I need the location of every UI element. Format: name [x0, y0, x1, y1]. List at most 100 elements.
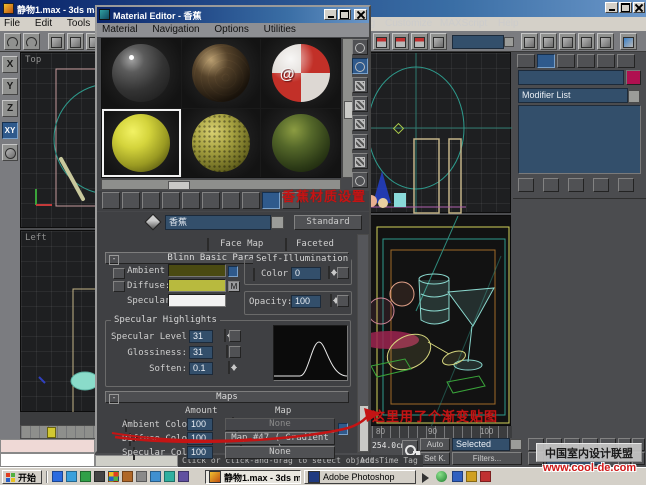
specular-level-spinner[interactable] [224, 329, 226, 342]
modifier-stack[interactable] [518, 105, 641, 174]
create-tab-icon[interactable] [517, 54, 535, 68]
mirror-icon[interactable] [521, 33, 538, 50]
time-slider-handle[interactable] [47, 427, 56, 438]
show-end-result-me-icon[interactable] [262, 192, 280, 209]
put-material-icon[interactable] [122, 192, 140, 209]
menu-customize[interactable]: Customize [385, 18, 432, 29]
curve-editor-icon[interactable] [578, 33, 595, 50]
assign-material-icon[interactable] [142, 192, 160, 209]
quicklaunch-acdsee-icon[interactable] [178, 471, 189, 482]
soften-spinner[interactable] [228, 361, 230, 374]
sample-slot-banana-selected[interactable] [102, 109, 181, 178]
ad-interlock-icon[interactable] [228, 266, 238, 277]
redo-icon[interactable] [23, 33, 40, 50]
object-name-field[interactable] [518, 70, 624, 85]
collapse-icon[interactable]: - [109, 255, 119, 265]
quicklaunch-photoshop-icon[interactable] [94, 471, 105, 482]
selection-filter-dropdown-icon[interactable] [510, 439, 522, 450]
video-color-check-icon[interactable] [352, 115, 368, 131]
specular-map-amount[interactable]: 100 [187, 446, 213, 459]
filters-button[interactable]: Filters... [452, 452, 522, 465]
menu-tools[interactable]: Tools [67, 18, 90, 29]
axis-y-button[interactable]: Y [2, 78, 18, 95]
glossiness-spinner[interactable] [226, 345, 228, 358]
get-material-icon[interactable] [102, 192, 120, 209]
specular-level-map-button[interactable] [229, 330, 241, 342]
sample-slot-cracked[interactable] [182, 39, 261, 108]
me-minimize-icon[interactable] [324, 9, 337, 20]
put-to-library-icon[interactable] [202, 192, 220, 209]
reset-map-icon[interactable] [162, 192, 180, 209]
pin-stack-icon[interactable] [518, 178, 534, 192]
make-preview-icon[interactable] [352, 134, 368, 150]
set-key-button[interactable]: Set K. [420, 452, 450, 465]
minimize-icon[interactable] [605, 2, 618, 13]
pick-material-eyedropper-icon[interactable] [145, 214, 162, 231]
select-link-icon[interactable] [48, 33, 65, 50]
named-selection-field[interactable] [452, 35, 504, 49]
configure-stack-icon[interactable] [618, 178, 634, 192]
named-selection-dropdown-icon[interactable] [504, 37, 514, 47]
unlink-icon[interactable] [67, 33, 84, 50]
me-menu-navigation[interactable]: Navigation [152, 24, 199, 35]
align-icon[interactable] [540, 33, 557, 50]
ambient-map-amount[interactable]: 100 [187, 418, 213, 431]
material-name-dropdown-icon[interactable] [271, 216, 284, 229]
quicklaunch-explorer-icon[interactable] [136, 471, 147, 482]
menu-edit[interactable]: Edit [35, 18, 52, 29]
start-button[interactable]: 开始 [2, 470, 42, 484]
glossiness-map-button[interactable] [229, 346, 241, 358]
diffuse-color-swatch[interactable] [168, 279, 226, 292]
ambient-map-button[interactable]: None [225, 418, 335, 431]
me-menu-material[interactable]: Material [102, 24, 138, 35]
me-close-icon[interactable] [354, 9, 367, 20]
material-name-dropdown[interactable]: 香蕉 [165, 215, 271, 230]
quicklaunch-outlook-icon[interactable] [66, 471, 77, 482]
options-icon[interactable] [352, 153, 368, 169]
tray-icon-3[interactable] [480, 471, 491, 482]
show-end-result-icon[interactable] [543, 178, 559, 192]
maps-rollout-header[interactable]: - Maps [105, 391, 349, 403]
si-spinner[interactable] [328, 266, 330, 279]
tray-icon-2[interactable] [466, 471, 477, 482]
task-button-3dsmax[interactable]: 静物1.max - 3ds m... [205, 470, 301, 484]
make-unique-icon[interactable] [568, 178, 584, 192]
quicklaunch-messenger-icon[interactable] [150, 471, 161, 482]
show-map-in-viewport-icon[interactable] [242, 192, 260, 209]
angle-snap-icon[interactable] [392, 33, 409, 50]
sample-slot-glass[interactable] [102, 39, 181, 108]
axis-x-button[interactable]: X [2, 56, 18, 73]
modifier-list-dropdown[interactable]: Modifier List [518, 88, 628, 103]
remove-modifier-icon[interactable] [593, 178, 609, 192]
sample-type-icon[interactable] [352, 39, 368, 55]
quicklaunch-media-icon[interactable] [108, 471, 119, 482]
tray-network-icon[interactable] [436, 471, 447, 482]
backlight-icon[interactable] [352, 58, 368, 74]
si-map-button[interactable] [337, 267, 349, 279]
quicklaunch-ie-icon[interactable] [52, 471, 63, 482]
face-map-checkbox[interactable] [207, 238, 209, 251]
sample-slot-olive[interactable] [182, 109, 261, 178]
sample-slot-checker[interactable]: @ [261, 39, 340, 108]
axis-xy-button[interactable]: XY [2, 122, 18, 139]
si-color-checkbox[interactable] [253, 268, 255, 281]
quicklaunch-desktop-icon[interactable] [80, 471, 91, 482]
me-restore-icon[interactable] [338, 9, 351, 20]
sample-slot-darkgreen[interactable] [261, 109, 340, 178]
ambient-color-swatch[interactable] [168, 264, 226, 277]
close-icon[interactable] [633, 2, 645, 13]
menu-maxscript[interactable]: MAXScript [440, 18, 487, 29]
specular-color-swatch[interactable] [168, 294, 226, 307]
task-button-photoshop[interactable]: Adobe Photoshop [304, 470, 416, 484]
menu-help[interactable]: Help [498, 18, 519, 29]
specular-level-value[interactable]: 31 [189, 330, 213, 343]
maps-lock-icon[interactable] [338, 423, 348, 435]
selection-filter-dropdown[interactable]: Selected [452, 438, 510, 451]
opacity-spinner[interactable] [330, 294, 332, 307]
opacity-value[interactable]: 100 [291, 295, 321, 308]
layer-manager-icon[interactable] [559, 33, 576, 50]
modify-tab-icon[interactable] [537, 54, 555, 68]
specular-map-button[interactable]: None [225, 446, 335, 459]
viewport-front[interactable] [360, 52, 511, 213]
background-icon[interactable] [352, 77, 368, 93]
